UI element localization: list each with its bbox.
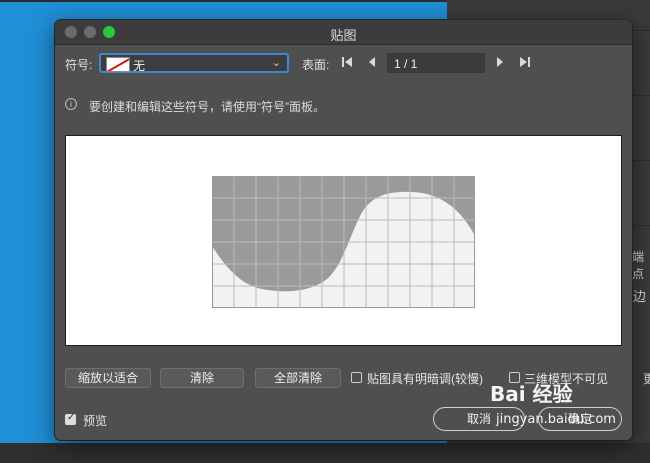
surface-page-field[interactable]: 1 / 1: [387, 53, 485, 73]
surface-uv-map: [212, 176, 475, 308]
background-statusbar: [0, 443, 650, 463]
caret-right-icon: [497, 57, 503, 67]
first-surface-button[interactable]: [341, 56, 353, 72]
clear-all-button[interactable]: 全部清除: [255, 368, 341, 388]
surface-preview: [65, 135, 622, 346]
side-button-more[interactable]: 更: [643, 370, 650, 387]
info-icon: i: [65, 98, 77, 110]
dialog-title: 贴图: [330, 28, 357, 43]
surface-label: 表面:: [302, 58, 330, 72]
skip-first-icon: [342, 57, 352, 67]
info-message: 要创建和编辑这些符号，请使用“符号”面板。: [89, 100, 325, 114]
clear-button[interactable]: 清除: [160, 368, 244, 388]
symbol-label: 符号:: [65, 58, 93, 72]
caret-left-icon: [369, 57, 375, 67]
preview-label: 预览: [83, 414, 108, 428]
background-toolbar: [0, 0, 447, 2]
next-surface-button[interactable]: [495, 56, 505, 72]
chevron-down-icon: ⌄: [271, 57, 281, 69]
previous-surface-button[interactable]: [367, 56, 377, 72]
baidu-jingyan-watermark: Bai 经验 jingyan.baidu.com: [490, 376, 630, 432]
skip-last-icon: [520, 57, 530, 67]
surface-page-value: 1 / 1: [394, 57, 418, 71]
side-label-edge: 边: [633, 289, 647, 304]
no-symbol-swatch-icon: [106, 57, 130, 72]
shade-artwork-checkbox[interactable]: [351, 372, 362, 383]
dialog-titlebar: 贴图: [55, 20, 632, 45]
watermark-url: jingyan.baidu.com: [496, 412, 616, 427]
symbol-select[interactable]: 无 ⌄: [99, 53, 289, 73]
preview-checkbox[interactable]: [65, 412, 76, 425]
shrink-to-fit-button[interactable]: 缩放以适合: [65, 368, 151, 388]
watermark-brand: Bai 经验: [490, 382, 573, 406]
shade-artwork-label: 贴图具有明暗调(较慢): [367, 372, 483, 386]
side-label-endpoint: 端点: [632, 250, 645, 281]
last-surface-button[interactable]: [519, 56, 531, 72]
symbol-select-value: 无: [133, 59, 146, 73]
